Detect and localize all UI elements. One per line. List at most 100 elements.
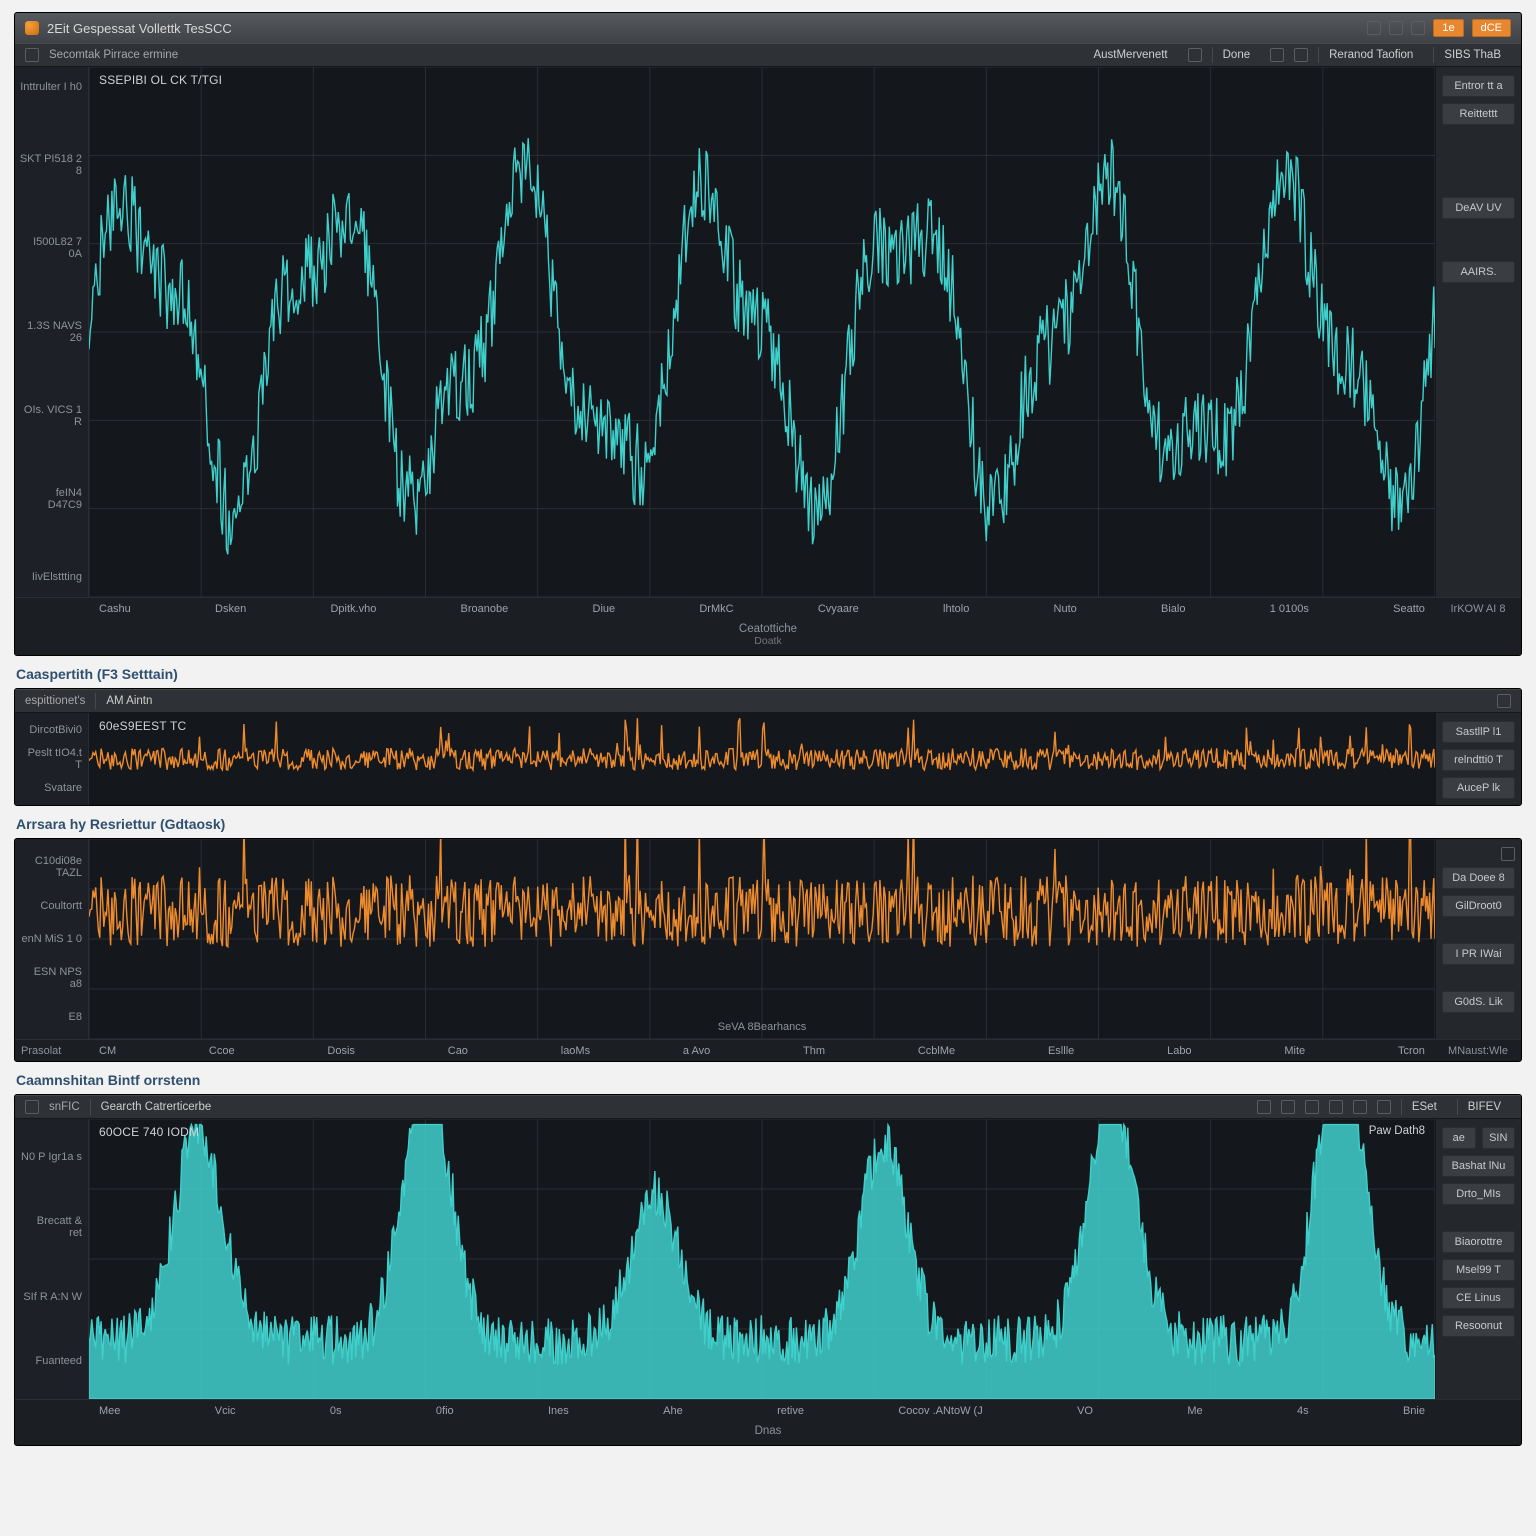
edit-icon[interactable] xyxy=(1270,48,1284,62)
ytick: C10di08e TAZL xyxy=(21,855,82,879)
panel-b-inner-title: 60eS9EEST TC xyxy=(99,719,186,733)
ytick: enN MiS 1 0 xyxy=(21,933,82,945)
btn-c-2[interactable]: I PR IWai xyxy=(1442,943,1515,965)
panel-b-sub-title[interactable]: AM Aintn xyxy=(95,693,162,709)
panel-b-sidebar: SastllP l1 relndtti0 T AuceP lk xyxy=(1435,713,1521,805)
btn-d-top-1[interactable]: SIN xyxy=(1482,1127,1516,1149)
panel-c-xtitle: SeVA 8Bearhancs xyxy=(718,1021,806,1033)
save-icon[interactable] xyxy=(1294,48,1308,62)
panel-a-accent-1[interactable]: 1e xyxy=(1433,19,1463,37)
app-logo-icon xyxy=(25,21,39,35)
ytick: I500L82 7 0A xyxy=(19,236,82,260)
xtick: Mee xyxy=(99,1405,120,1417)
split-icon[interactable] xyxy=(1377,1100,1391,1114)
btn-d-5[interactable]: Resoonut xyxy=(1442,1315,1515,1337)
btn-b-2[interactable]: AuceP lk xyxy=(1442,777,1515,799)
ytick: N0 P Igr1a s xyxy=(21,1151,82,1163)
panel-c-sidebar: Da Doee 8 GilDroot0 I PR IWai G0dS. Lik xyxy=(1435,839,1521,1039)
btn-d-4[interactable]: CE Linus xyxy=(1442,1287,1515,1309)
xgutter-r: IrKOW AI 8 xyxy=(1435,598,1521,619)
panel-d-sidebar: ae SIN Bashat lNu Drto_MIs Biaorottre Ms… xyxy=(1435,1119,1521,1399)
btn-b-1[interactable]: relndtti0 T xyxy=(1442,749,1515,771)
panel-a-tab-1[interactable]: Done xyxy=(1212,47,1261,63)
panel-a-tab-3[interactable]: SIBS ThaB xyxy=(1433,47,1511,63)
xtick: Tcron xyxy=(1398,1045,1425,1057)
xtick: Me xyxy=(1187,1405,1202,1417)
btn-a-2[interactable]: DeAV UV xyxy=(1442,197,1515,219)
chart-icon[interactable] xyxy=(1389,21,1403,35)
xtick: Labo xyxy=(1167,1045,1191,1057)
xtick: Ines xyxy=(548,1405,569,1417)
menu-icon[interactable] xyxy=(25,1100,39,1114)
xtick: Ahe xyxy=(663,1405,683,1417)
btn-c-3[interactable]: G0dS. Lik xyxy=(1442,991,1515,1013)
panel-d-chartbody: N0 P Igr1a s Brecatt & ret SIf R A:N W F… xyxy=(15,1119,1521,1399)
xgutter-l: Prasolat xyxy=(15,1040,89,1061)
panel-a-accent-2[interactable]: dCE xyxy=(1472,19,1511,37)
panel-a-subbar: Secomtak Pirrace ermine AustMervenett Do… xyxy=(15,43,1521,67)
ytick: OIs. VICS 1 R xyxy=(19,404,82,428)
btn-d-3[interactable]: Msel99 T xyxy=(1442,1259,1515,1281)
panel-b-plot[interactable]: 60eS9EEST TC xyxy=(89,713,1435,805)
xtick: DrMkC xyxy=(699,603,733,615)
section-b-title: Caaspertith (F3 Setttain) xyxy=(16,666,1522,682)
toggle-icon[interactable] xyxy=(1367,21,1381,35)
panel-a-plot[interactable]: SSEPIBI OL CK T/TGI xyxy=(89,67,1435,597)
btn-c-1[interactable]: GilDroot0 xyxy=(1442,895,1515,917)
panel-c-plot[interactable]: SeVA 8Bearhancs xyxy=(89,839,1435,1039)
xtick: Broanobe xyxy=(461,603,509,615)
xtick: Cao xyxy=(448,1045,468,1057)
play-icon[interactable] xyxy=(1411,21,1425,35)
xtick: Cocov .ANtoW (J xyxy=(898,1405,982,1417)
xtick: Seatto xyxy=(1393,603,1425,615)
panel-d-sub-title[interactable]: Gearcth Catrerticerbe xyxy=(90,1099,222,1115)
btn-d-0[interactable]: Bashat lNu xyxy=(1442,1155,1515,1177)
list-icon[interactable] xyxy=(25,48,39,62)
panel-a-tab-0[interactable]: AustMervenett xyxy=(1083,47,1177,63)
btn-a-0[interactable]: Entror tt a xyxy=(1442,75,1515,97)
panel-b: espittionet's AM Aintn DircotBivi0 Peslt… xyxy=(14,688,1522,806)
doc-icon[interactable] xyxy=(1188,48,1202,62)
btn-a-1[interactable]: Reittettt xyxy=(1442,103,1515,125)
cog-icon[interactable] xyxy=(1329,1100,1343,1114)
panel-d-rlabel-1[interactable]: BIFEV xyxy=(1457,1099,1511,1115)
btn-d-2[interactable]: Biaorottre xyxy=(1442,1231,1515,1253)
xtick: Dpitk.vho xyxy=(330,603,376,615)
xtick: Mite xyxy=(1284,1045,1305,1057)
ytick: feIN4 D47C9 xyxy=(19,487,82,511)
bars-icon[interactable] xyxy=(1281,1100,1295,1114)
xtick: Thm xyxy=(803,1045,825,1057)
xtick: Nuto xyxy=(1054,603,1077,615)
panel-d-rlabel-0[interactable]: ESet xyxy=(1401,1099,1447,1115)
xtick: retive xyxy=(777,1405,804,1417)
btn-d-1[interactable]: Drto_MIs xyxy=(1442,1183,1515,1205)
xtick: 0fio xyxy=(436,1405,454,1417)
xgutter-r: MNaust:Wle xyxy=(1435,1040,1521,1061)
panel-d-plot[interactable]: 60OCE 740 IODM Paw Dath8 xyxy=(89,1119,1435,1399)
panel-c-xlabels: CMCcoeDosisCaolaoMsa AvoThmCcblMeEsllleL… xyxy=(89,1040,1435,1061)
ytick: Peslt tIO4.t T xyxy=(21,747,82,771)
panel-d-xaxis: MeeVcic0s0fioInesAheretiveCocov .ANtoW (… xyxy=(15,1399,1521,1421)
panel-c: C10di08e TAZL Coultortt enN MiS 1 0 ESN … xyxy=(14,838,1522,1062)
close-icon[interactable] xyxy=(1501,847,1515,861)
panel-d-xlabels: MeeVcic0s0fioInesAheretiveCocov .ANtoW (… xyxy=(89,1400,1435,1421)
ytick: Brecatt & ret xyxy=(21,1215,82,1239)
eye-icon[interactable] xyxy=(1353,1100,1367,1114)
panel-a-xaxis: CashuDskenDpitk.vhoBroanobeDiueDrMkCCvya… xyxy=(15,597,1521,619)
xtick: CM xyxy=(99,1045,116,1057)
btn-a-3[interactable]: AAIRS. xyxy=(1442,261,1515,283)
ytick: E8 xyxy=(21,1011,82,1023)
btn-b-0[interactable]: SastllP l1 xyxy=(1442,721,1515,743)
ytick: Coultortt xyxy=(21,900,82,912)
panel-a-tab-2[interactable]: Reranod Taofion xyxy=(1318,47,1423,63)
xgutter-l xyxy=(15,1400,89,1421)
btn-d-top-0[interactable]: ae xyxy=(1442,1127,1476,1149)
panel-a-yaxis: Inttrulter I h0 SKT PI518 2 8 I500L82 7 … xyxy=(15,67,89,597)
xgutter-l xyxy=(15,598,89,619)
chevron-down-icon[interactable] xyxy=(1497,694,1511,708)
box-icon[interactable] xyxy=(1257,1100,1271,1114)
btn-c-0[interactable]: Da Doee 8 xyxy=(1442,867,1515,889)
xtick: lhtolo xyxy=(943,603,969,615)
xtick: Dosis xyxy=(327,1045,355,1057)
grid-icon[interactable] xyxy=(1305,1100,1319,1114)
